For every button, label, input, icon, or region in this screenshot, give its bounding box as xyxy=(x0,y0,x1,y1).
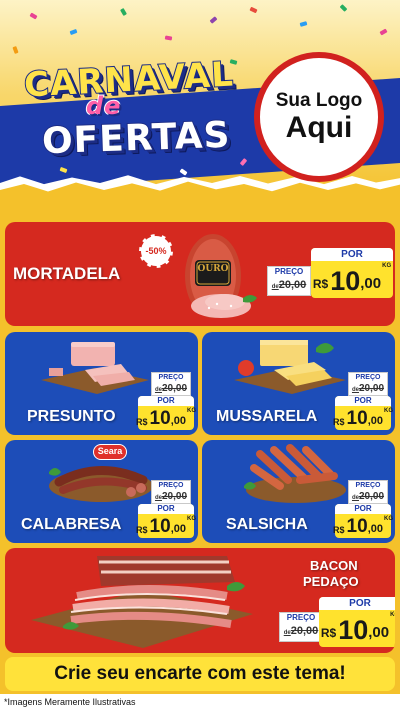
confetti xyxy=(164,35,173,41)
old-price: de20,00 xyxy=(283,625,319,637)
header-banner: CARNAVAL de OFERTAS Sua Logo Aqui xyxy=(0,0,400,205)
logo-placeholder[interactable]: Sua Logo Aqui xyxy=(254,52,384,182)
product-name: CALABRESA xyxy=(21,516,122,533)
new-price-label: POR xyxy=(335,396,391,406)
new-price-label: POR xyxy=(319,597,395,610)
new-price: R$10,00KG xyxy=(312,263,392,296)
cta-banner[interactable]: Crie seu encarte com este tema! xyxy=(5,657,395,691)
logo-text-line2: Aqui xyxy=(285,111,353,145)
old-price-tag: PREÇO de20,00 xyxy=(151,372,191,396)
product-card-mortadela[interactable]: MORTADELA -50% OURO PREÇO de20,00 POR R$… xyxy=(5,222,395,326)
confetti xyxy=(249,6,258,14)
new-price-tag: POR R$10,00KG xyxy=(333,504,393,538)
confetti xyxy=(299,21,308,27)
product-name: MUSSARELA xyxy=(216,408,318,425)
old-price-label: PREÇO xyxy=(280,613,322,623)
old-price: de20,00 xyxy=(154,383,188,394)
new-price-tag: POR R$10,00KG xyxy=(333,396,393,430)
product-name: MORTADELA xyxy=(13,264,121,283)
confetti xyxy=(12,46,19,54)
brand-label: Seara xyxy=(97,446,123,456)
old-price-tag: PREÇO de20,00 xyxy=(348,480,388,504)
new-price: R$10,00KG xyxy=(136,408,196,429)
old-price-tag: PREÇO de20,00 xyxy=(151,480,191,504)
old-price-tag: PREÇO de20,00 xyxy=(348,372,388,396)
logo-text-line1: Sua Logo xyxy=(275,90,363,112)
product-name-line1: BACON xyxy=(310,558,358,573)
product-name: PRESUNTO xyxy=(27,408,116,425)
product-name-line2: PEDAÇO xyxy=(303,574,359,589)
product-card-salsicha[interactable]: SALSICHA PREÇO de20,00 POR R$ 10,00 KG xyxy=(202,440,395,543)
new-price: R$10,00KG xyxy=(333,408,393,429)
product-card-presunto[interactable]: PRESUNTO PREÇO de20,00 POR R$ 10,00 KG xyxy=(5,332,198,435)
new-price-tag: POR R$10,00KG xyxy=(136,396,196,430)
old-price-label: PREÇO xyxy=(349,373,387,382)
new-price: R$10,00KG xyxy=(320,612,395,645)
product-card-calabresa[interactable]: Seara CALABRESA PREÇO de20,00 POR R$ 10,0… xyxy=(5,440,198,543)
old-price: de20,00 xyxy=(271,279,307,291)
new-price-tag: POR R$10,00KG xyxy=(136,504,196,538)
old-price: de20,00 xyxy=(154,491,188,502)
confetti xyxy=(379,28,388,36)
confetti xyxy=(69,28,78,36)
product-name: SALSICHA xyxy=(226,516,308,533)
old-price: de20,00 xyxy=(351,383,385,394)
old-price: de20,00 xyxy=(351,491,385,502)
confetti xyxy=(120,7,127,17)
new-price-label: POR xyxy=(138,396,194,406)
new-price: R$10,00KG xyxy=(136,516,196,537)
new-price-label: POR xyxy=(138,504,194,514)
old-price-label: PREÇO xyxy=(349,481,387,490)
discount-badge: -50% xyxy=(139,234,173,268)
product-card-mussarela[interactable]: MUSSARELA PREÇO de20,00 POR R$ 10,00 KG xyxy=(202,332,395,435)
product-card-bacon[interactable]: BACON PEDAÇO PREÇO de20,00 POR R$10,00KG xyxy=(5,548,395,653)
title-ofertas: OFERTAS xyxy=(40,114,232,164)
old-price-label: PREÇO xyxy=(268,267,310,277)
mussarela-image xyxy=(234,340,346,394)
presunto-image xyxy=(41,342,149,394)
confetti xyxy=(209,16,218,24)
disclaimer-text: *Imagens Meramente Ilustrativas xyxy=(0,694,400,711)
title-de: de xyxy=(85,91,122,121)
new-price-label: POR xyxy=(335,504,391,514)
mortadela-image xyxy=(185,234,257,318)
new-price-tag: POR R$10,00KG xyxy=(311,248,393,298)
brand-label: OURO xyxy=(197,264,229,274)
bacon-image xyxy=(31,556,253,648)
new-price-label: POR xyxy=(311,248,393,261)
salsicha-image xyxy=(244,444,346,503)
old-price-label: PREÇO xyxy=(152,373,190,382)
confetti xyxy=(339,4,348,12)
new-price: R$10,00KG xyxy=(333,516,393,537)
confetti xyxy=(29,12,38,20)
new-price-tag: POR R$10,00KG xyxy=(319,597,395,647)
old-price-tag: PREÇO de20,00 xyxy=(279,612,323,642)
old-price-tag: PREÇO de20,00 xyxy=(267,266,311,296)
old-price-label: PREÇO xyxy=(152,481,190,490)
